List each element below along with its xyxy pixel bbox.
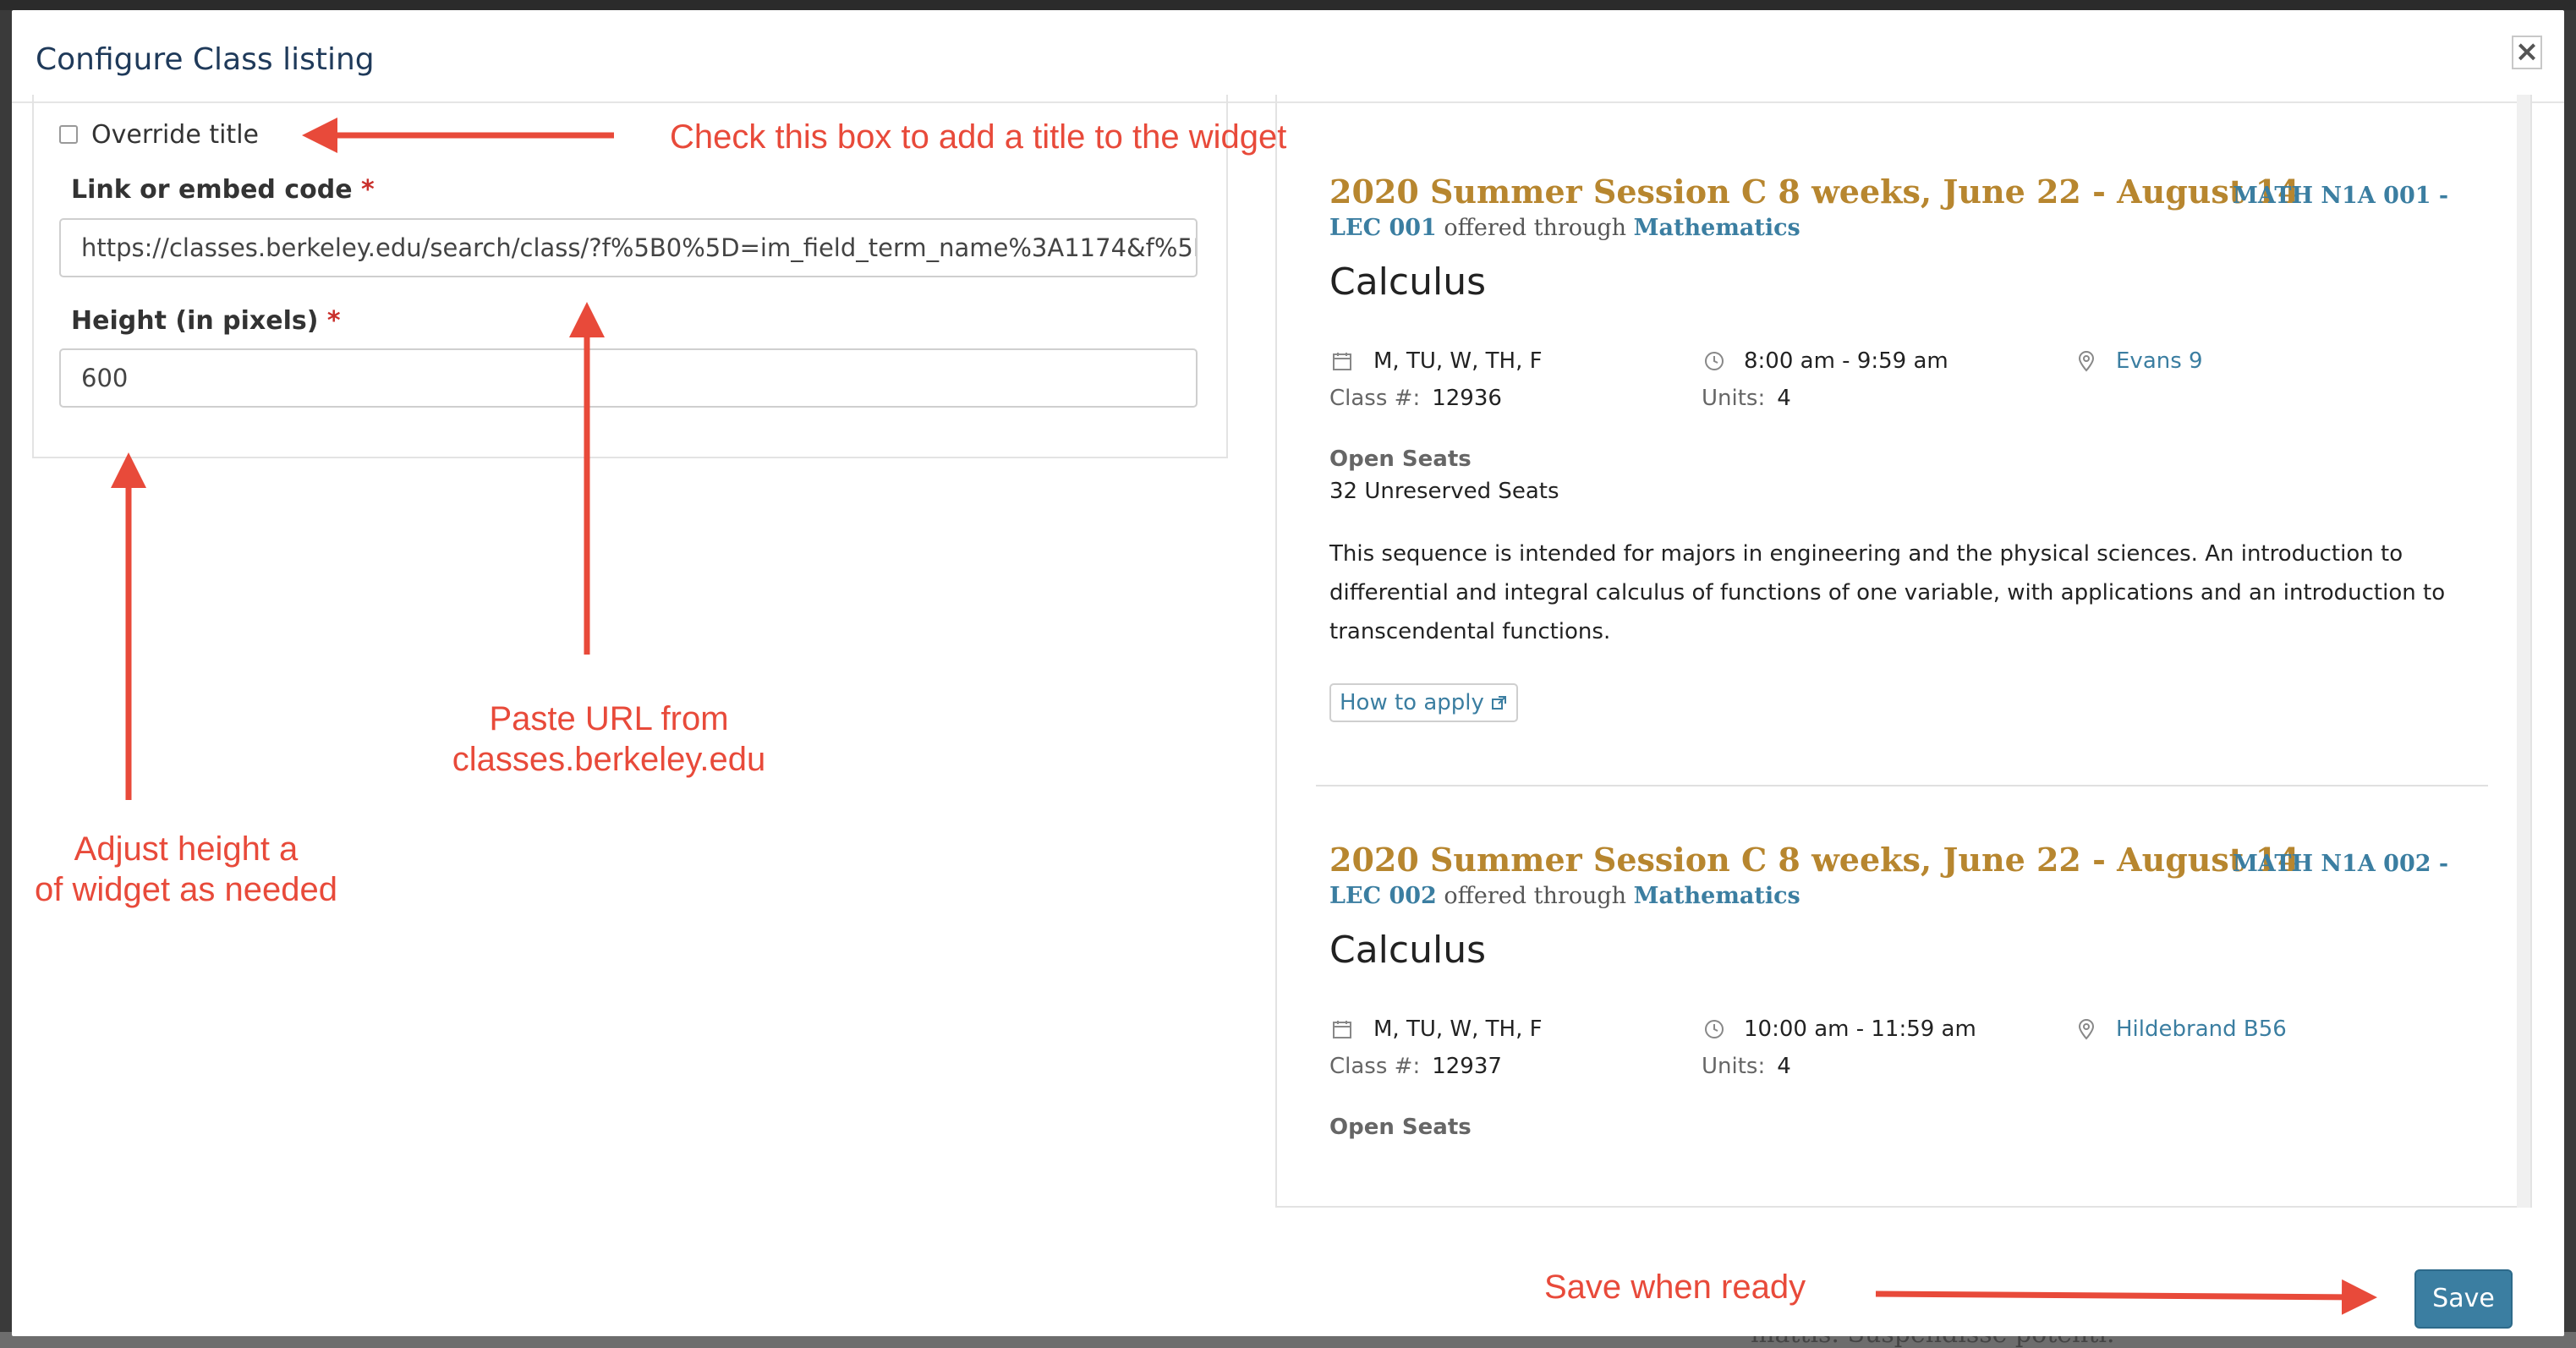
annotation-paste-url: Paste URL from classes.berkeley.edu xyxy=(431,699,787,780)
location-pin-icon xyxy=(2078,1019,2095,1040)
annotation-adjust-height-line2: of widget as needed xyxy=(34,871,338,908)
calendar-icon xyxy=(1333,353,1351,370)
units-label: Units: xyxy=(1702,386,1766,411)
offered-text: offered through xyxy=(1444,215,1627,241)
calendar-icon xyxy=(1333,1021,1351,1038)
units: Units: 4 xyxy=(1702,1054,1791,1079)
class-number: Class #: 12936 xyxy=(1329,386,1502,411)
annotation-paste-url-line1: Paste URL from xyxy=(489,700,729,737)
required-mark: * xyxy=(326,306,341,336)
required-mark: * xyxy=(361,175,375,205)
class-number-label: Class #: xyxy=(1329,1054,1421,1079)
modal-title: Configure Class listing xyxy=(36,42,375,77)
annotation-override-title: Check this box to add a title to the wid… xyxy=(670,118,1287,156)
class-time: 10:00 am - 11:59 am xyxy=(1744,1016,1976,1042)
course-name: Calculus xyxy=(1329,929,1487,972)
units-label: Units: xyxy=(1702,1054,1766,1079)
class-days: M, TU, W, TH, F xyxy=(1373,348,1543,374)
course-code[interactable]: MATH N1A 001 - xyxy=(2233,183,2448,209)
annotation-adjust-height-line1: Adjust height a xyxy=(74,830,299,868)
modal-header: Configure Class listing × xyxy=(12,10,2564,103)
height-field-label: Height (in pixels) * xyxy=(71,306,341,336)
units: Units: 4 xyxy=(1702,386,1791,411)
department-link[interactable]: Mathematics xyxy=(1634,883,1800,909)
offered-text: offered through xyxy=(1444,883,1627,909)
class-description: This sequence is intended for majors in … xyxy=(1329,541,2446,644)
height-label-text: Height (in pixels) xyxy=(71,306,319,336)
annotation-save: Save when ready xyxy=(1544,1269,1806,1306)
clock-icon xyxy=(1705,352,1724,370)
link-embed-input[interactable]: https://classes.berkeley.edu/search/clas… xyxy=(59,218,1198,277)
close-button[interactable]: × xyxy=(2512,36,2542,69)
class-time: 8:00 am - 9:59 am xyxy=(1744,348,1948,374)
clock-icon xyxy=(1705,1020,1724,1038)
units-value: 4 xyxy=(1777,1054,1791,1079)
department-link[interactable]: Mathematics xyxy=(1634,215,1800,241)
override-title-label[interactable]: Override title xyxy=(91,120,259,150)
course-name: Calculus xyxy=(1329,260,1487,304)
how-to-apply-label: How to apply xyxy=(1340,690,1484,715)
course-code[interactable]: MATH N1A 002 - xyxy=(2233,851,2448,877)
annotation-paste-url-line2: classes.berkeley.edu xyxy=(452,741,766,778)
offered-line: LEC 002 offered through Mathematics xyxy=(1329,883,1800,909)
class-number-label: Class #: xyxy=(1329,386,1421,411)
preview-scrollbar[interactable] xyxy=(2517,95,2530,1208)
open-seats-label: Open Seats xyxy=(1329,447,1472,472)
offered-line: LEC 001 offered through Mathematics xyxy=(1329,215,1800,241)
background-page-header xyxy=(0,0,2576,10)
open-seats-value: 32 Unreserved Seats xyxy=(1329,479,1559,504)
link-label-text: Link or embed code xyxy=(71,175,353,205)
link-field-label: Link or embed code * xyxy=(71,175,375,205)
override-title-checkbox[interactable] xyxy=(59,125,78,144)
units-value: 4 xyxy=(1777,386,1791,411)
open-seats-label: Open Seats xyxy=(1329,1115,1472,1140)
class-session-title[interactable]: 2020 Summer Session C 8 weeks, June 22 -… xyxy=(1329,841,2299,879)
external-link-icon xyxy=(1492,696,1507,710)
annotation-adjust-height: Adjust height a of widget as needed xyxy=(25,829,347,910)
class-session-title[interactable]: 2020 Summer Session C 8 weeks, June 22 -… xyxy=(1329,173,2299,211)
course-section[interactable]: LEC 002 xyxy=(1329,883,1437,909)
class-number-value: 12936 xyxy=(1432,386,1502,411)
height-input[interactable]: 600 xyxy=(59,348,1198,408)
class-location-link[interactable]: Evans 9 xyxy=(2116,348,2203,374)
how-to-apply-button[interactable]: How to apply xyxy=(1329,683,1519,722)
location-pin-icon xyxy=(2078,351,2095,372)
course-section[interactable]: LEC 001 xyxy=(1329,215,1437,241)
class-number: Class #: 12937 xyxy=(1329,1054,1502,1079)
save-button[interactable]: Save xyxy=(2414,1269,2513,1329)
class-divider xyxy=(1316,785,2488,786)
class-number-value: 12937 xyxy=(1432,1054,1502,1079)
class-days: M, TU, W, TH, F xyxy=(1373,1016,1543,1042)
class-location-link[interactable]: Hildebrand B56 xyxy=(2116,1016,2287,1042)
